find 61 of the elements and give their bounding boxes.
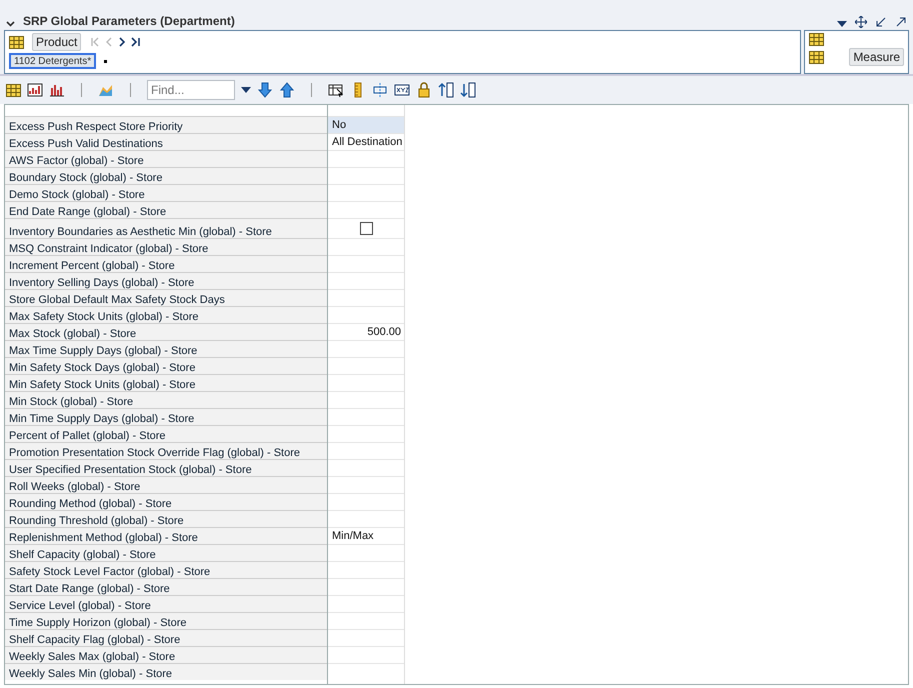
row-label: Inventory Selling Days (global) - Store bbox=[5, 272, 327, 289]
row-label: MSQ Constraint Indicator (global) - Store bbox=[5, 238, 327, 255]
row-label: Min Safety Stock Units (global) - Store bbox=[5, 374, 327, 391]
row-label: Roll Weeks (global) - Store bbox=[5, 476, 327, 493]
row-label: Excess Push Respect Store Priority bbox=[5, 116, 327, 133]
row-label: Min Time Supply Days (global) - Store bbox=[5, 408, 327, 425]
row-label: Weekly Sales Min (global) - Store bbox=[5, 663, 327, 680]
row-label: User Specified Presentation Stock (global) - Store bbox=[5, 459, 327, 476]
maximize-icon[interactable] bbox=[895, 16, 907, 28]
row-label: AWS Factor (global) - Store bbox=[5, 150, 327, 167]
table-icon[interactable] bbox=[809, 33, 824, 46]
arrow-up-icon[interactable] bbox=[279, 82, 295, 98]
row-label: Safety Stock Level Factor (global) - Store bbox=[5, 561, 327, 578]
row-label: Max Safety Stock Units (global) - Store bbox=[5, 306, 327, 323]
row-label: Inventory Boundaries as Aesthetic Min (global) - Store bbox=[5, 218, 327, 238]
row-label: Shelf Capacity Flag (global) - Store bbox=[5, 629, 327, 646]
sort-ascending-icon[interactable] bbox=[438, 82, 454, 98]
window-title: SRP Global Parameters (Department) bbox=[23, 14, 236, 28]
table-icon[interactable] bbox=[9, 36, 24, 48]
row-label: Max Stock (global) - Store bbox=[5, 323, 327, 340]
row-label: Store Global Default Max Safety Stock Days bbox=[5, 289, 327, 306]
dropdown-icon[interactable] bbox=[837, 20, 847, 28]
product-button[interactable]: Product bbox=[32, 33, 82, 51]
row-label: End Date Range (global) - Store bbox=[5, 201, 327, 218]
table-select-icon[interactable] bbox=[328, 82, 344, 98]
row-label: Percent of Pallet (global) - Store bbox=[5, 425, 327, 442]
table-icon[interactable] bbox=[809, 50, 824, 64]
split-icon[interactable] bbox=[372, 82, 388, 98]
row-label: Excess Push Valid Destinations bbox=[5, 133, 327, 150]
chart-grid-icon[interactable] bbox=[27, 82, 43, 98]
row-label: Demo Stock (global) - Store bbox=[5, 184, 327, 201]
arrow-down-icon[interactable] bbox=[257, 82, 273, 98]
grid-view-icon[interactable] bbox=[6, 84, 21, 96]
row-label: Shelf Capacity (global) - Store bbox=[5, 544, 327, 561]
row-label: Min Stock (global) - Store bbox=[5, 391, 327, 408]
minimize-icon[interactable] bbox=[875, 16, 887, 28]
move-icon[interactable] bbox=[855, 16, 867, 28]
row-label: Rounding Method (global) - Store bbox=[5, 493, 327, 510]
bar-chart-icon[interactable] bbox=[49, 82, 65, 98]
row-label: Promotion Presentation Stock Override Flag (global) - Store bbox=[5, 442, 327, 459]
row-label: Increment Percent (global) - Store bbox=[5, 255, 327, 272]
navigation-arrows-icon[interactable] bbox=[89, 37, 142, 47]
product-tile[interactable]: 1102 Detergents* bbox=[9, 53, 96, 69]
collapse-icon[interactable] bbox=[6, 19, 15, 28]
row-label: Weekly Sales Max (global) - Store bbox=[5, 646, 327, 663]
row-label: Rounding Threshold (global) - Store bbox=[5, 510, 327, 527]
row-label: Time Supply Horizon (global) - Store bbox=[5, 612, 327, 629]
dropdown-icon[interactable] bbox=[241, 86, 251, 94]
row-label: Boundary Stock (global) - Store bbox=[5, 167, 327, 184]
lock-icon[interactable] bbox=[416, 82, 432, 98]
measure-button[interactable]: Measure bbox=[849, 48, 904, 66]
row-label: Max Time Supply Days (global) - Store bbox=[5, 340, 327, 357]
sort-descending-icon[interactable] bbox=[460, 82, 476, 98]
xyz-icon[interactable] bbox=[394, 82, 410, 98]
row-label: Min Safety Stock Days (global) - Store bbox=[5, 357, 327, 374]
value-cell[interactable]: No bbox=[328, 116, 404, 133]
find-field[interactable]: Find... bbox=[147, 80, 235, 100]
row-label: Start Date Range (global) - Store bbox=[5, 578, 327, 595]
checkbox[interactable] bbox=[360, 222, 373, 235]
row-label: Replenishment Method (global) - Store bbox=[5, 527, 327, 544]
row-label: Service Level (global) - Store bbox=[5, 595, 327, 612]
